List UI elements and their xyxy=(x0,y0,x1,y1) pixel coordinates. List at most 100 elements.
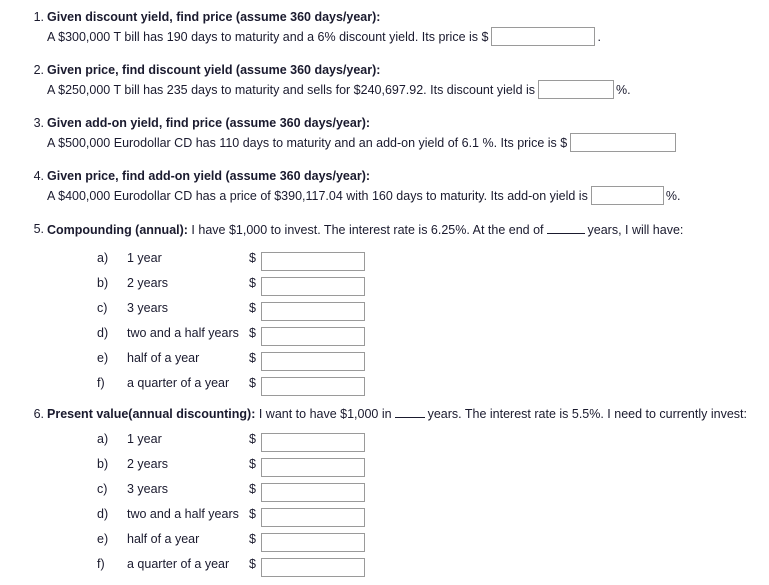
question-1-body: A $300,000 T bill has 190 days to maturi… xyxy=(47,27,769,48)
list-item: d) two and a half years $ xyxy=(47,502,769,528)
item-label: 1 year xyxy=(127,251,162,265)
question-1: 1. Given discount yield, find price (ass… xyxy=(0,9,769,48)
question-6-text-before: I want to have $1,000 in xyxy=(255,407,392,421)
dollar-sign-icon: $ xyxy=(249,351,256,365)
question-6-answer-input-e[interactable] xyxy=(261,533,365,553)
question-5-answer-input-a[interactable] xyxy=(261,252,365,272)
question-4-text: A $400,000 Eurodollar CD has a price of … xyxy=(47,188,588,203)
question-5-answer-input-c[interactable] xyxy=(261,302,365,322)
dollar-sign-icon: $ xyxy=(249,532,256,546)
item-label: half of a year xyxy=(127,532,200,546)
item-letter: f) xyxy=(97,376,105,390)
item-input-wrap xyxy=(261,374,365,399)
question-5-text-before: I have $1,000 to invest. The interest ra… xyxy=(187,223,544,237)
item-label: half of a year xyxy=(127,351,200,365)
dollar-sign-icon: $ xyxy=(249,482,256,496)
worksheet: 1. Given discount yield, find price (ass… xyxy=(0,0,769,580)
question-4-answer-input[interactable] xyxy=(590,186,664,205)
question-6-answer-input-b[interactable] xyxy=(261,458,365,478)
list-item: c) 3 years $ xyxy=(47,477,769,503)
question-2-body: A $250,000 T bill has 235 days to maturi… xyxy=(47,80,769,101)
list-item: a) 1 year $ xyxy=(47,427,769,453)
item-label: two and a half years xyxy=(127,326,239,340)
question-4-body: A $400,000 Eurodollar CD has a price of … xyxy=(47,186,769,207)
list-item: f) a quarter of a year $ xyxy=(47,371,769,399)
item-label: 3 years xyxy=(127,301,168,315)
dollar-sign-icon: $ xyxy=(249,457,256,471)
question-6-answer-input-c[interactable] xyxy=(261,483,365,503)
item-label: 2 years xyxy=(127,276,168,290)
dollar-sign-icon: $ xyxy=(249,507,256,521)
item-letter: e) xyxy=(97,351,109,365)
question-4-suffix: %. xyxy=(665,188,681,203)
item-letter: c) xyxy=(97,301,108,315)
question-2-answer-input[interactable] xyxy=(538,80,615,99)
item-letter: a) xyxy=(97,432,109,446)
question-5-blank[interactable] xyxy=(546,222,585,234)
dollar-sign-icon: $ xyxy=(249,432,256,446)
dollar-sign-icon: $ xyxy=(249,376,256,390)
list-item: c) 3 years $ xyxy=(47,296,769,322)
item-label: a quarter of a year xyxy=(127,557,230,571)
question-2-number: 2. xyxy=(33,63,44,77)
question-2: 2. Given price, find discount yield (ass… xyxy=(0,62,769,101)
question-5: 5. Compounding (annual): I have $1,000 t… xyxy=(0,221,769,399)
list-item: b) 2 years $ xyxy=(47,271,769,297)
question-6-text-after: years. The interest rate is 5.5%. I need… xyxy=(427,407,747,421)
question-5-text-after: years, I will have: xyxy=(587,223,684,237)
list-item: e) half of a year $ xyxy=(47,527,769,553)
question-2-text: A $250,000 T bill has 235 days to maturi… xyxy=(47,82,536,97)
item-letter: f) xyxy=(97,557,105,571)
question-2-suffix: %. xyxy=(616,82,631,97)
dollar-sign-icon: $ xyxy=(249,276,256,290)
question-5-heading: Compounding (annual): xyxy=(47,223,188,237)
item-label: 3 years xyxy=(127,482,168,496)
dollar-sign-icon: $ xyxy=(249,326,256,340)
question-1-suffix: . xyxy=(597,29,601,44)
question-6-answer-input-a[interactable] xyxy=(261,433,365,453)
dollar-sign-icon: $ xyxy=(249,251,256,265)
list-item: d) two and a half years $ xyxy=(47,321,769,347)
question-5-answer-input-d[interactable] xyxy=(261,327,365,347)
question-6-answer-input-d[interactable] xyxy=(261,508,365,528)
question-6-heading: Present value(annual discounting): xyxy=(47,407,256,421)
question-6: 6. Present value(annual discounting): I … xyxy=(0,406,769,580)
question-5-answer-input-f[interactable] xyxy=(261,377,365,397)
question-6-blank[interactable] xyxy=(394,406,425,418)
item-label: two and a half years xyxy=(127,507,239,521)
item-letter: d) xyxy=(97,326,109,340)
question-1-text: A $300,000 T bill has 190 days to maturi… xyxy=(47,29,489,44)
question-5-sublist: a) 1 year $ b) 2 years $ c) 3 years $ d)… xyxy=(47,246,769,399)
question-3-text: A $500,000 Eurodollar CD has 110 days to… xyxy=(47,135,568,150)
question-6-sublist: a) 1 year $ b) 2 years $ c) 3 years $ d)… xyxy=(47,427,769,580)
item-letter: b) xyxy=(97,276,109,290)
question-3-body: A $500,000 Eurodollar CD has 110 days to… xyxy=(47,133,769,154)
question-1-answer-input[interactable] xyxy=(491,27,596,46)
question-3-number: 3. xyxy=(33,116,44,130)
list-item: e) half of a year $ xyxy=(47,346,769,372)
list-item: b) 2 years $ xyxy=(47,452,769,478)
question-6-number: 6. xyxy=(33,407,44,421)
question-4-title: Given price, find add-on yield (assume 3… xyxy=(47,169,371,183)
dollar-sign-icon: $ xyxy=(249,557,256,571)
question-4-number: 4. xyxy=(33,169,44,183)
question-3: 3. Given add-on yield, find price (assum… xyxy=(0,115,769,154)
question-5-answer-input-b[interactable] xyxy=(261,277,365,297)
item-input-wrap xyxy=(261,555,365,580)
question-5-prompt: Compounding (annual): I have $1,000 to i… xyxy=(47,221,769,240)
dollar-sign-icon: $ xyxy=(249,301,256,315)
question-5-number: 5. xyxy=(33,222,44,236)
question-4: 4. Given price, find add-on yield (assum… xyxy=(0,168,769,207)
list-item: f) a quarter of a year $ xyxy=(47,552,769,580)
item-letter: e) xyxy=(97,532,109,546)
item-label: a quarter of a year xyxy=(127,376,230,390)
question-1-title: Given discount yield, find price (assume… xyxy=(47,10,381,24)
question-6-answer-input-f[interactable] xyxy=(261,558,365,578)
item-label: 1 year xyxy=(127,432,162,446)
question-1-number: 1. xyxy=(33,10,44,24)
question-2-title: Given price, find discount yield (assume… xyxy=(47,63,381,77)
question-3-answer-input[interactable] xyxy=(570,133,677,152)
item-letter: a) xyxy=(97,251,109,265)
question-5-answer-input-e[interactable] xyxy=(261,352,365,372)
question-3-title: Given add-on yield, find price (assume 3… xyxy=(47,116,371,130)
